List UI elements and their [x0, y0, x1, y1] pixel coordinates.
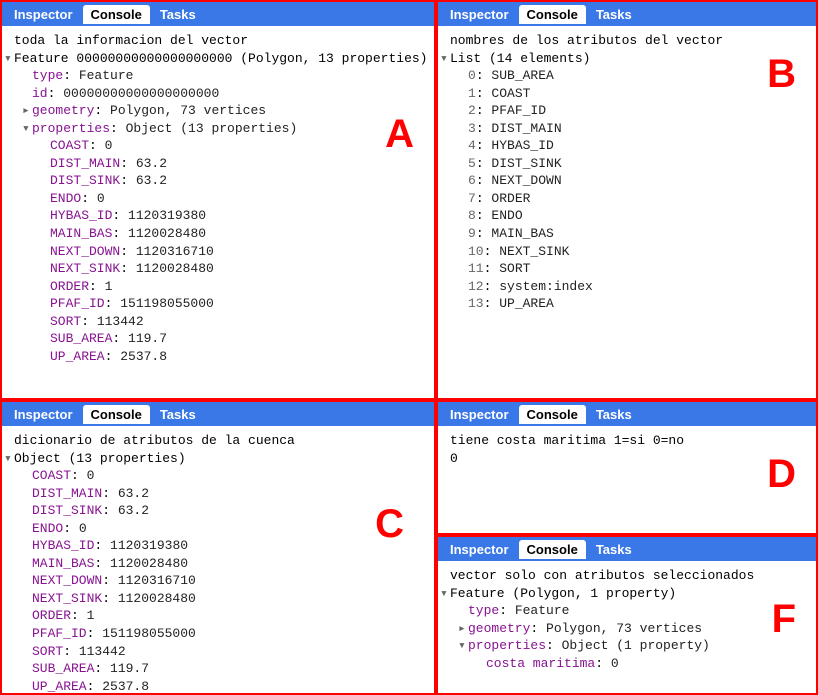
console-panel-c: Inspector Console Tasks dicionario de at…	[0, 400, 436, 695]
tab-bar: Inspector Console Tasks	[2, 2, 434, 26]
property-row: costa maritima: 0	[450, 655, 812, 673]
list-item: 5: DIST_SINK	[450, 155, 812, 173]
tab-console[interactable]: Console	[519, 540, 586, 559]
console-panel-b: Inspector Console Tasks nombres de los a…	[436, 0, 818, 400]
property-row: UP_AREA: 2537.8	[14, 348, 430, 366]
tab-tasks[interactable]: Tasks	[588, 540, 640, 559]
caret-down-icon[interactable]: ▾	[440, 585, 450, 603]
property-row: SORT: 113442	[14, 313, 430, 331]
tab-inspector[interactable]: Inspector	[442, 405, 517, 424]
property-row: ORDER: 1	[14, 607, 430, 625]
property-row: ORDER: 1	[14, 278, 430, 296]
list-item: 10: NEXT_SINK	[450, 243, 812, 261]
property-row: COAST: 0	[14, 467, 430, 485]
list-item: 9: MAIN_BAS	[450, 225, 812, 243]
property-row: SUB_AREA: 119.7	[14, 660, 430, 678]
caret-down-icon[interactable]: ▾	[440, 50, 450, 68]
list-item: 13: UP_AREA	[450, 295, 812, 313]
tab-tasks[interactable]: Tasks	[588, 405, 640, 424]
list-header[interactable]: ▾List (14 elements)	[450, 50, 812, 68]
console-panel-f: Inspector Console Tasks vector solo con …	[436, 535, 818, 695]
property-row: DIST_MAIN: 63.2	[14, 155, 430, 173]
property-row: COAST: 0	[14, 137, 430, 155]
property-row: ENDO: 0	[14, 190, 430, 208]
caret-down-icon[interactable]: ▾	[4, 50, 14, 68]
list-item: 12: system:index	[450, 278, 812, 296]
feature-properties[interactable]: ▾properties: Object (1 property)	[450, 637, 812, 655]
feature-id: id: 00000000000000000000	[14, 85, 430, 103]
log-message: vector solo con atributos seleccionados	[450, 567, 812, 585]
log-message: dicionario de atributos de la cuenca	[14, 432, 430, 450]
console-panel-d: Inspector Console Tasks tiene costa mari…	[436, 400, 818, 535]
tab-console[interactable]: Console	[519, 405, 586, 424]
caret-right-icon[interactable]: ▸	[458, 620, 468, 638]
feature-geometry[interactable]: ▸geometry: Polygon, 73 vertices	[14, 102, 430, 120]
feature-header[interactable]: ▾Feature 00000000000000000000 (Polygon, …	[14, 50, 430, 68]
console-output: tiene costa maritima 1=si 0=no 0	[438, 426, 816, 473]
list-item: 7: ORDER	[450, 190, 812, 208]
tab-bar: Inspector Console Tasks	[2, 402, 434, 426]
tab-inspector[interactable]: Inspector	[442, 5, 517, 24]
property-row: DIST_SINK: 63.2	[14, 502, 430, 520]
tab-bar: Inspector Console Tasks	[438, 537, 816, 561]
feature-type: type: Feature	[450, 602, 812, 620]
property-row: HYBAS_ID: 1120319380	[14, 537, 430, 555]
list-item: 1: COAST	[450, 85, 812, 103]
property-row: NEXT_SINK: 1120028480	[14, 260, 430, 278]
log-message: toda la informacion del vector	[14, 32, 430, 50]
feature-properties[interactable]: ▾properties: Object (13 properties)	[14, 120, 430, 138]
tab-console[interactable]: Console	[83, 5, 150, 24]
tab-inspector[interactable]: Inspector	[6, 405, 81, 424]
console-output: toda la informacion del vector ▾Feature …	[2, 26, 434, 371]
property-row: ENDO: 0	[14, 520, 430, 538]
feature-type: type: Feature	[14, 67, 430, 85]
list-item: 3: DIST_MAIN	[450, 120, 812, 138]
tab-bar: Inspector Console Tasks	[438, 402, 816, 426]
property-row: MAIN_BAS: 1120028480	[14, 555, 430, 573]
console-output: vector solo con atributos seleccionados …	[438, 561, 816, 678]
log-value: 0	[450, 450, 812, 468]
feature-geometry[interactable]: ▸geometry: Polygon, 73 vertices	[450, 620, 812, 638]
property-row: NEXT_DOWN: 1120316710	[14, 572, 430, 590]
object-header[interactable]: ▾Object (13 properties)	[14, 450, 430, 468]
property-row: SORT: 113442	[14, 643, 430, 661]
caret-down-icon[interactable]: ▾	[22, 120, 32, 138]
list-item: 8: ENDO	[450, 207, 812, 225]
log-message: tiene costa maritima 1=si 0=no	[450, 432, 812, 450]
list-item: 11: SORT	[450, 260, 812, 278]
tab-console[interactable]: Console	[519, 5, 586, 24]
list-item: 0: SUB_AREA	[450, 67, 812, 85]
property-row: UP_AREA: 2537.8	[14, 678, 430, 695]
property-row: NEXT_DOWN: 1120316710	[14, 243, 430, 261]
tab-inspector[interactable]: Inspector	[6, 5, 81, 24]
tab-inspector[interactable]: Inspector	[442, 540, 517, 559]
log-message: nombres de los atributos del vector	[450, 32, 812, 50]
property-row: MAIN_BAS: 1120028480	[14, 225, 430, 243]
list-item: 6: NEXT_DOWN	[450, 172, 812, 190]
console-output: dicionario de atributos de la cuenca ▾Ob…	[2, 426, 434, 695]
caret-down-icon[interactable]: ▾	[458, 637, 468, 655]
tab-tasks[interactable]: Tasks	[588, 5, 640, 24]
property-row: NEXT_SINK: 1120028480	[14, 590, 430, 608]
property-row: SUB_AREA: 119.7	[14, 330, 430, 348]
tab-tasks[interactable]: Tasks	[152, 5, 204, 24]
tab-tasks[interactable]: Tasks	[152, 405, 204, 424]
list-item: 2: PFAF_ID	[450, 102, 812, 120]
console-panel-a: Inspector Console Tasks toda la informac…	[0, 0, 436, 400]
property-row: HYBAS_ID: 1120319380	[14, 207, 430, 225]
tab-bar: Inspector Console Tasks	[438, 2, 816, 26]
property-row: DIST_SINK: 63.2	[14, 172, 430, 190]
list-item: 4: HYBAS_ID	[450, 137, 812, 155]
caret-right-icon[interactable]: ▸	[22, 102, 32, 120]
property-row: DIST_MAIN: 63.2	[14, 485, 430, 503]
feature-header[interactable]: ▾Feature (Polygon, 1 property)	[450, 585, 812, 603]
caret-down-icon[interactable]: ▾	[4, 450, 14, 468]
console-output: nombres de los atributos del vector ▾Lis…	[438, 26, 816, 319]
property-row: PFAF_ID: 151198055000	[14, 295, 430, 313]
property-row: PFAF_ID: 151198055000	[14, 625, 430, 643]
tab-console[interactable]: Console	[83, 405, 150, 424]
